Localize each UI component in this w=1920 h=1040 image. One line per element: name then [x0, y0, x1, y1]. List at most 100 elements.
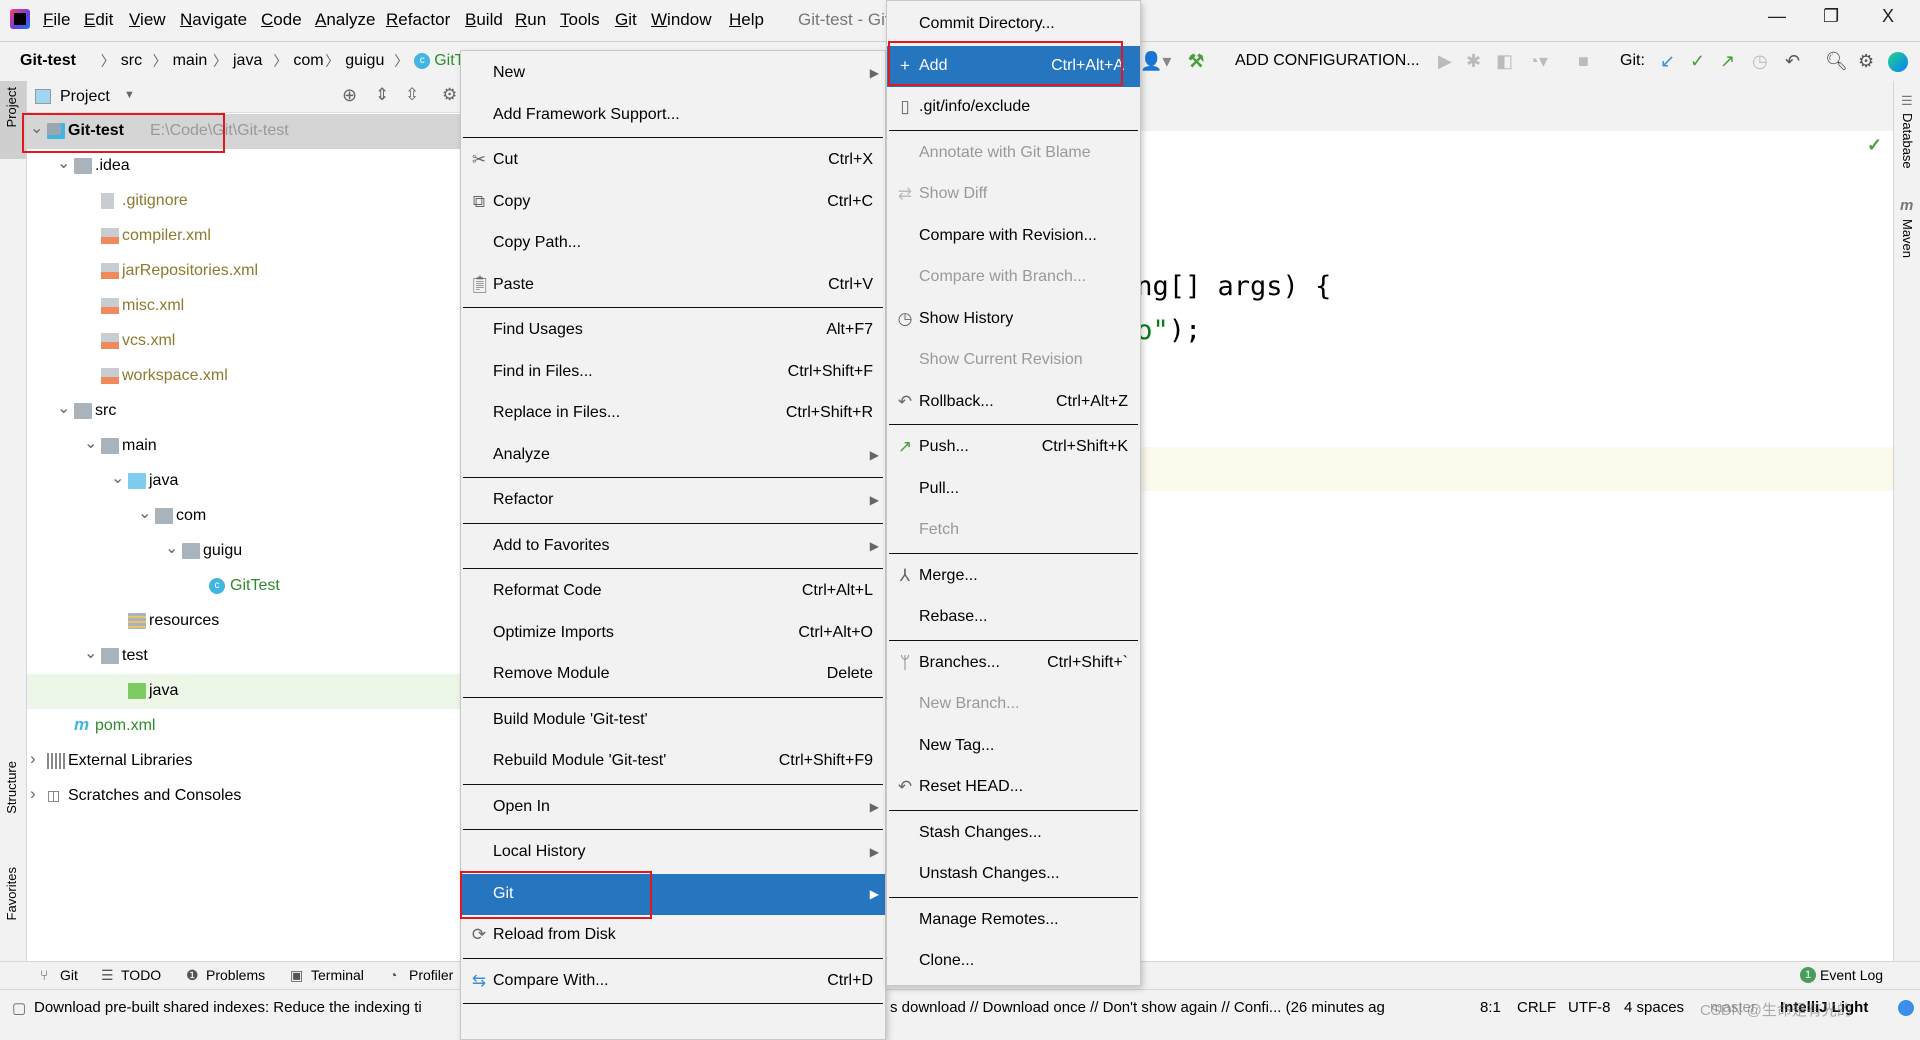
- breadcrumb-item[interactable]: guigu: [345, 52, 384, 70]
- menu-git[interactable]: Git: [615, 10, 637, 30]
- menu-item-reformat-code[interactable]: Reformat Code Ctrl+Alt+L: [461, 571, 885, 613]
- breadcrumb-item[interactable]: main: [173, 52, 208, 70]
- settings-gear-icon[interactable]: ⚙: [442, 85, 457, 105]
- maven-tool-tab[interactable]: Maven: [1900, 219, 1915, 258]
- breadcrumb-item[interactable]: Git-test: [20, 52, 76, 70]
- chevron-down-icon[interactable]: ⌄: [111, 468, 124, 488]
- menu-view[interactable]: View: [129, 10, 166, 30]
- menu-item-compare-with[interactable]: ⇆ Compare With... Ctrl+D: [461, 961, 885, 1003]
- menu-file[interactable]: File: [43, 10, 70, 30]
- search-icon[interactable]: 🔍︎: [1825, 51, 1848, 72]
- menu-item-commit-directory[interactable]: Commit Directory...: [887, 4, 1140, 46]
- menu-item-local-history[interactable]: Local History ▶: [461, 832, 885, 874]
- settings-gear-icon[interactable]: ⚙: [1858, 51, 1874, 72]
- todo-tool-tab[interactable]: TODO: [121, 967, 161, 983]
- line-separator[interactable]: CRLF: [1517, 999, 1556, 1016]
- tree-row[interactable]: workspace.xml: [27, 359, 467, 394]
- menu-item-branches[interactable]: ᛘ Branches... Ctrl+Shift+`: [887, 643, 1140, 685]
- toolbox-logo-icon[interactable]: [1888, 52, 1908, 72]
- menu-item-reload-from-disk[interactable]: ⟳ Reload from Disk: [461, 915, 885, 957]
- tree-row[interactable]: ⌄ test: [27, 639, 467, 674]
- menu-item-cut[interactable]: ✂ Cut Ctrl+X: [461, 140, 885, 182]
- tree-row[interactable]: ⌄ .idea: [27, 149, 467, 184]
- tree-row[interactable]: ⌄ java: [27, 464, 467, 499]
- status-message-continued[interactable]: s download // Download once // Don't sho…: [890, 999, 1385, 1016]
- menu-item-pull[interactable]: Pull...: [887, 469, 1140, 511]
- menu-item-open-in[interactable]: Open In ▶: [461, 787, 885, 829]
- tree-row[interactable]: java: [27, 674, 467, 709]
- favorites-tool-tab[interactable]: Favorites: [4, 867, 19, 920]
- run-icon[interactable]: ▶: [1438, 51, 1452, 72]
- chevron-down-icon[interactable]: ⌄: [84, 433, 97, 453]
- add-configuration-button[interactable]: ADD CONFIGURATION...: [1235, 52, 1420, 70]
- tree-row[interactable]: c GitTest: [27, 569, 467, 604]
- menu-edit[interactable]: Edit: [84, 10, 113, 30]
- menu-item-merge[interactable]: ⅄ Merge...: [887, 556, 1140, 598]
- menu-run[interactable]: Run: [515, 10, 546, 30]
- chevron-down-icon[interactable]: ⌄: [165, 538, 178, 558]
- menu-item-new-tag[interactable]: New Tag...: [887, 726, 1140, 768]
- tree-row[interactable]: › External Libraries: [27, 744, 467, 779]
- tree-row[interactable]: jarRepositories.xml: [27, 254, 467, 289]
- git-history-icon[interactable]: ◷: [1752, 51, 1768, 72]
- breadcrumb-item[interactable]: src: [121, 52, 142, 70]
- menu-item-git-info-exclude[interactable]: ▯ .git/info/exclude: [887, 87, 1140, 129]
- stop-icon[interactable]: ■: [1578, 51, 1589, 72]
- minimize-button[interactable]: —: [1768, 6, 1786, 27]
- project-tool-tab[interactable]: Project: [4, 87, 19, 127]
- tree-row[interactable]: m pom.xml: [27, 709, 467, 744]
- menu-item-manage-remotes[interactable]: Manage Remotes...: [887, 900, 1140, 942]
- menu-item-stash-changes[interactable]: Stash Changes...: [887, 813, 1140, 855]
- menu-window[interactable]: Window: [651, 10, 711, 30]
- menu-item-reset-head[interactable]: ↶ Reset HEAD...: [887, 767, 1140, 809]
- tree-row[interactable]: ⌄ com: [27, 499, 467, 534]
- chevron-down-icon[interactable]: ⌄: [30, 118, 43, 138]
- breadcrumb-item[interactable]: com: [293, 52, 323, 70]
- tree-row[interactable]: vcs.xml: [27, 324, 467, 359]
- chevron-right-icon[interactable]: ›: [30, 749, 36, 769]
- menu-tools[interactable]: Tools: [560, 10, 600, 30]
- profile-icon[interactable]: ◔▾: [1528, 51, 1548, 72]
- indent-setting[interactable]: 4 spaces: [1624, 999, 1684, 1016]
- menu-item-analyze[interactable]: Analyze ▶: [461, 435, 885, 477]
- menu-item-add-to-favorites[interactable]: Add to Favorites ▶: [461, 526, 885, 568]
- chevron-down-icon[interactable]: ▼: [124, 89, 135, 101]
- git-update-icon[interactable]: ↙: [1660, 51, 1675, 72]
- menu-item-optimize-imports[interactable]: Optimize Imports Ctrl+Alt+O: [461, 613, 885, 655]
- menu-item-add-framework-support[interactable]: Add Framework Support...: [461, 95, 885, 137]
- git-commit-icon[interactable]: ✓: [1690, 51, 1705, 72]
- menu-item-copy[interactable]: ⧉ Copy Ctrl+C: [461, 182, 885, 224]
- git-tool-tab[interactable]: Git: [60, 967, 78, 983]
- menu-code[interactable]: Code: [261, 10, 302, 30]
- file-encoding[interactable]: UTF-8: [1568, 999, 1611, 1016]
- menu-item-git[interactable]: Git ▶: [461, 873, 885, 915]
- git-rollback-icon[interactable]: ↶: [1785, 51, 1800, 72]
- tree-row[interactable]: compiler.xml: [27, 219, 467, 254]
- coverage-icon[interactable]: ◧: [1496, 51, 1513, 72]
- menu-item-new[interactable]: New ▶: [461, 53, 885, 95]
- debug-icon[interactable]: ✱: [1466, 51, 1481, 72]
- menu-analyze[interactable]: Analyze: [315, 10, 375, 30]
- project-view-selector[interactable]: Project: [60, 88, 110, 106]
- menu-item-find-usages[interactable]: Find Usages Alt+F7: [461, 310, 885, 352]
- menu-refactor[interactable]: Refactor: [386, 10, 450, 30]
- menu-navigate[interactable]: Navigate: [180, 10, 247, 30]
- terminal-tool-tab[interactable]: Terminal: [311, 967, 364, 983]
- menu-item-find-in-files[interactable]: Find in Files... Ctrl+Shift+F: [461, 352, 885, 394]
- tree-row[interactable]: › ◫ Scratches and Consoles: [27, 779, 467, 814]
- menu-item-add[interactable]: + Add Ctrl+Alt+A: [887, 45, 1140, 87]
- status-message[interactable]: Download pre-built shared indexes: Reduc…: [34, 999, 422, 1016]
- menu-item-clone[interactable]: Clone...: [887, 941, 1140, 983]
- user-icon[interactable]: 👤▾: [1140, 51, 1171, 72]
- menu-item-paste[interactable]: 📋︎ Paste Ctrl+V: [461, 265, 885, 307]
- tree-row[interactable]: ⌄ guigu: [27, 534, 467, 569]
- chevron-down-icon[interactable]: ⌄: [57, 398, 70, 418]
- menu-build[interactable]: Build: [465, 10, 503, 30]
- menu-item-rebase[interactable]: Rebase...: [887, 597, 1140, 639]
- build-hammer-icon[interactable]: ⚒: [1188, 51, 1204, 72]
- tree-row[interactable]: misc.xml: [27, 289, 467, 324]
- menu-item-refactor[interactable]: Refactor ▶: [461, 480, 885, 522]
- menu-item-show-history[interactable]: ◷ Show History: [887, 299, 1140, 341]
- collapse-all-icon[interactable]: ⇳: [405, 85, 419, 105]
- tree-row[interactable]: .gitignore: [27, 184, 467, 219]
